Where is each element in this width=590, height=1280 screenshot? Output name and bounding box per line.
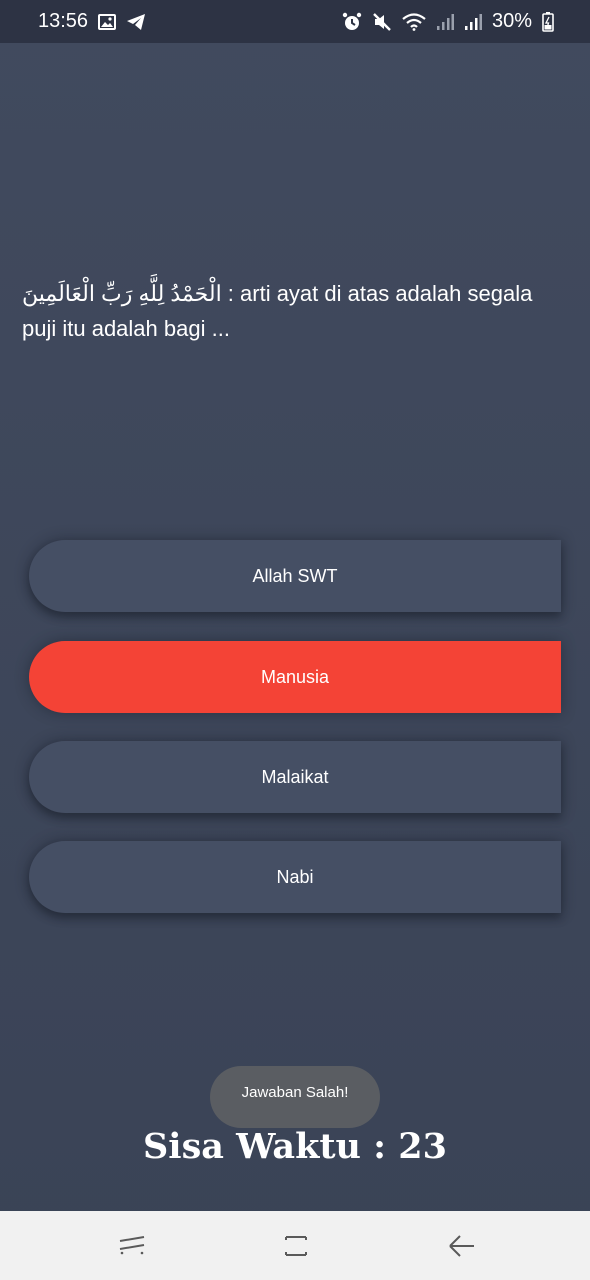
answer-label: Manusia xyxy=(260,666,330,687)
battery-icon xyxy=(542,11,554,32)
recent-apps-icon xyxy=(116,1231,148,1261)
image-icon xyxy=(98,13,117,30)
answer-label: Allah SWT xyxy=(252,565,338,586)
alarm-icon xyxy=(342,12,362,32)
mute-icon xyxy=(372,12,392,32)
navigation-bar xyxy=(0,1211,590,1280)
home-button[interactable] xyxy=(280,1231,312,1261)
wrong-answer-toast: Jawaban Salah! xyxy=(210,1066,380,1128)
home-icon xyxy=(280,1231,312,1261)
status-left: 13:56 xyxy=(38,10,146,33)
signal-icon xyxy=(464,13,482,31)
toast-text: Jawaban Salah! xyxy=(241,1083,349,1101)
answer-label: Nabi xyxy=(276,866,314,887)
back-icon xyxy=(446,1231,478,1261)
status-time: 13:56 xyxy=(38,10,89,32)
back-button[interactable] xyxy=(446,1231,478,1261)
status-bar: 13:56 30% xyxy=(0,0,590,43)
recent-apps-button[interactable] xyxy=(116,1231,148,1261)
question-text: الْحَمْدُ لِلَّهِ رَبِّ الْعَالَمِينَ : … xyxy=(22,276,572,346)
signal-icon xyxy=(436,13,454,31)
telegram-icon xyxy=(126,13,146,31)
answer-label: Malaikat xyxy=(261,766,329,787)
answer-button-3[interactable]: Malaikat xyxy=(29,741,561,813)
wifi-icon xyxy=(402,12,426,31)
answer-button-1[interactable]: Allah SWT xyxy=(29,540,561,612)
battery-percent: 30% xyxy=(491,10,532,32)
question-arabic: الْحَمْدُ لِلَّهِ رَبِّ الْعَالَمِينَ xyxy=(22,281,222,306)
answer-button-2-wrong[interactable]: Manusia xyxy=(29,641,561,713)
status-right: 30% xyxy=(342,10,554,33)
time-remaining: Sisa Waktu : 23 xyxy=(143,1126,447,1167)
answer-button-4[interactable]: Nabi xyxy=(29,841,561,913)
